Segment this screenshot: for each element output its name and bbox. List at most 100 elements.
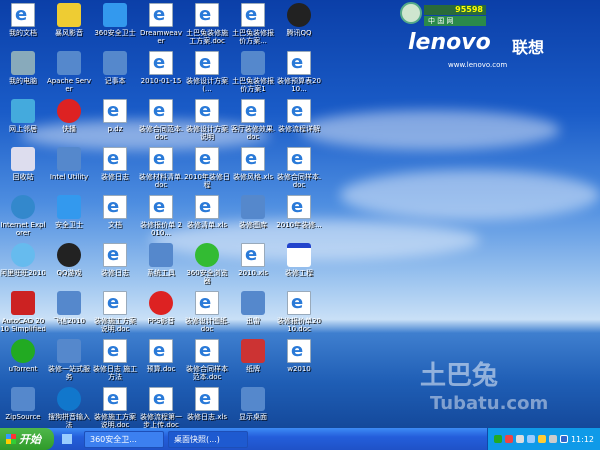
desktop-icon[interactable]: 2010-01-15 — [138, 51, 184, 85]
ie-doc-icon — [149, 99, 173, 123]
desktop-icon[interactable]: 我的电脑 — [0, 51, 46, 85]
player-icon — [149, 291, 173, 315]
app-icon — [241, 387, 265, 411]
desktop-icon[interactable]: 暴风影音 — [46, 3, 92, 37]
desktop-icon[interactable]: AutoCAD 2010 Simplified — [0, 291, 46, 333]
volume-icon[interactable] — [548, 435, 557, 443]
lenovo-url: www.lenovo.com — [448, 61, 508, 69]
desktop-icon[interactable]: 快播 — [46, 99, 92, 133]
desktop-icon[interactable]: 客厅装修效果.doc — [230, 99, 276, 141]
lenovo-logo: lenovo — [408, 30, 491, 55]
start-button[interactable]: 开始 — [0, 428, 54, 450]
desktop-icon[interactable]: 装修设计方案说明 — [184, 99, 230, 141]
desktop-icon[interactable]: 土巴兔装修施工方案.doc — [184, 3, 230, 45]
desktop-icon[interactable]: 装修日志 — [92, 243, 138, 277]
watermark: 土巴兔 — [420, 361, 499, 391]
task-button-360[interactable]: 360安全卫... — [84, 430, 164, 448]
desktop-icon[interactable]: 飞信2010 — [46, 291, 92, 325]
desktop-icon[interactable]: 装修合同样本.doc — [276, 147, 322, 189]
ie-doc-icon — [103, 99, 127, 123]
network-icon — [11, 99, 35, 123]
desktop-icon[interactable]: Dreamweaver — [138, 3, 184, 45]
clock[interactable]: 11:12 — [571, 435, 594, 444]
desktop-icon[interactable]: QQ游戏 — [46, 243, 92, 277]
ie-doc-icon — [195, 387, 219, 411]
desktop-icon-label: 装修施工方案说明.doc — [94, 413, 136, 429]
desktop-icon[interactable]: p.dz — [92, 99, 138, 133]
desktop-icon[interactable]: 装修合同样本 范本.doc — [184, 339, 230, 381]
desktop-icon[interactable]: 装修流程详解 — [276, 99, 322, 133]
ie-doc-icon — [195, 99, 219, 123]
desktop-icon[interactable]: 纸牌 — [230, 339, 276, 373]
desktop-icon[interactable]: 安全卫士 — [46, 195, 92, 229]
task-button-desktop[interactable]: 桌面快照(...) — [168, 430, 248, 448]
desktop-icon-label: 2010年装修日程 — [184, 173, 230, 189]
desktop-icon[interactable]: 装修流程第一步上传.doc — [138, 387, 184, 429]
desktop-icon-label: 360安全卫士 — [94, 29, 136, 37]
windows-flag-icon — [6, 434, 16, 444]
desktop-icon[interactable]: 网上邻居 — [0, 99, 46, 133]
torrent-icon — [11, 339, 35, 363]
tray-icon[interactable] — [526, 435, 535, 443]
desktop-icon-label: Internet Explorer — [0, 221, 46, 237]
desktop-icon[interactable]: 显示桌面 — [230, 387, 276, 421]
desktop-icon[interactable]: 装修预算表2010... — [276, 51, 322, 93]
grid-logo-icon — [400, 2, 422, 24]
desktop-icon[interactable]: 360安全浏览器 — [184, 243, 230, 285]
desktop-icon[interactable]: 土巴兔装修报价方案1 — [230, 51, 276, 93]
desktop-icon[interactable]: 装修日志.xls — [184, 387, 230, 421]
desktop-icon[interactable]: 装修图库 — [230, 195, 276, 229]
desktop-icon[interactable]: 装修合同范本.doc — [138, 99, 184, 141]
desktop-icon[interactable]: PPS影音 — [138, 291, 184, 325]
desktop-icon[interactable]: 装修清单.xls — [184, 195, 230, 229]
desktop-icon[interactable]: 装修报价单 2010... — [138, 195, 184, 237]
ie-doc-icon — [241, 99, 265, 123]
desktop-icon[interactable]: uTorrent — [0, 339, 46, 373]
quick-launch-icon[interactable] — [62, 434, 72, 444]
desktop-icon[interactable]: Apache Server — [46, 51, 92, 93]
desktop-icon[interactable]: 预算.doc — [138, 339, 184, 373]
desktop-icon[interactable]: 系统工具 — [138, 243, 184, 277]
desktop-icon-label: 我的文档 — [9, 29, 37, 37]
desktop-icon[interactable]: 装修设计图纸.doc — [184, 291, 230, 333]
desktop-icon[interactable]: 装修工程 — [276, 243, 322, 277]
desktop-icon[interactable]: 迅雷 — [230, 291, 276, 325]
desktop-icon[interactable]: 2010年装修... — [276, 195, 322, 229]
my-computer-icon — [11, 51, 35, 75]
desktop-icon[interactable]: 装修施工方案说明.doc — [92, 291, 138, 333]
desktop-icon[interactable]: 2010年装修日程 — [184, 147, 230, 189]
tray-icon[interactable] — [504, 435, 513, 443]
desktop-icon[interactable]: 装修报价单2010.doc — [276, 291, 322, 333]
desktop-icon[interactable]: 装修日志 — [92, 147, 138, 181]
desktop-icon-label: 装修工程 — [285, 269, 313, 277]
tray-icon[interactable] — [537, 435, 546, 443]
desktop-icon[interactable]: 腾讯QQ — [276, 3, 322, 37]
desktop-icon[interactable]: 装修日志 施工方法 — [92, 339, 138, 381]
desktop-icon[interactable]: 装修一站式服务 — [46, 339, 92, 381]
desktop-icon[interactable]: 我的文档 — [0, 3, 46, 37]
desktop-icon-label: 文档 — [108, 221, 122, 229]
desktop-icon[interactable]: 装修施工方案说明.doc — [92, 387, 138, 429]
desktop-icon[interactable]: 装修风格.xls — [230, 147, 276, 181]
desktop-icon[interactable]: 土巴兔装修报价方案... — [230, 3, 276, 45]
desktop-icon[interactable]: w2010 — [276, 339, 322, 373]
desktop-icon[interactable]: 阿里旺旺2010 — [0, 243, 46, 277]
desktop-icon[interactable]: Intel Utility — [46, 147, 92, 181]
desktop-icon[interactable]: 装修设计方案(... — [184, 51, 230, 93]
desktop-icon[interactable]: Internet Explorer — [0, 195, 46, 237]
browser-icon — [195, 243, 219, 267]
tray-icon[interactable] — [515, 435, 524, 443]
desktop-icon[interactable]: 2010.xls — [230, 243, 276, 277]
tray-icon[interactable] — [493, 435, 502, 443]
desktop-icon[interactable]: 360安全卫士 — [92, 3, 138, 37]
desktop-icon[interactable]: 装修材料清单.doc — [138, 147, 184, 189]
ie-doc-icon — [195, 291, 219, 315]
desktop-icon[interactable]: ZipSource — [0, 387, 46, 421]
security-icon[interactable] — [559, 435, 568, 443]
desktop-icon[interactable]: 文档 — [92, 195, 138, 229]
cards-icon — [241, 339, 265, 363]
desktop-icon[interactable]: 回收站 — [0, 147, 46, 181]
hotline-sub: 中 国 网 — [424, 16, 486, 26]
desktop-icon[interactable]: 记事本 — [92, 51, 138, 85]
desktop-icon[interactable]: 搜狗拼音输入法 — [46, 387, 92, 429]
